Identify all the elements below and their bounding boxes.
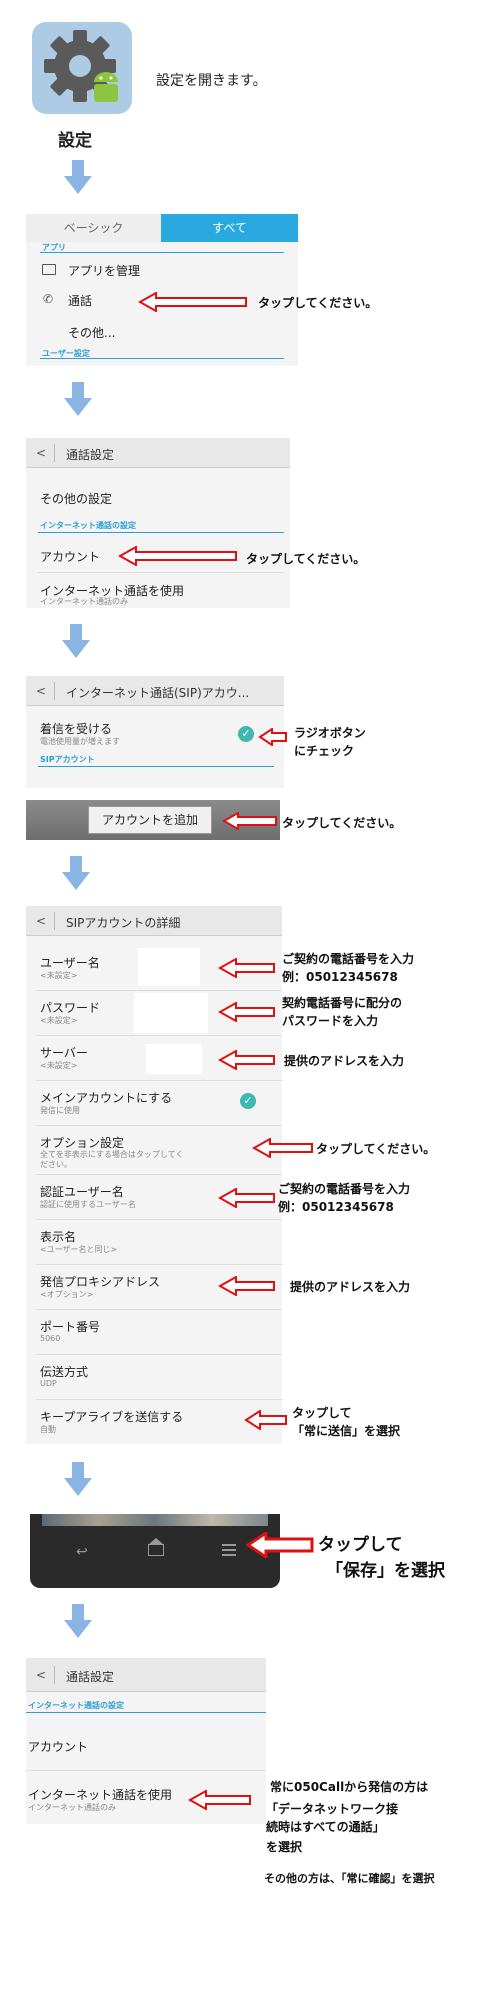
step3-instruction: タップしてください。 — [246, 552, 366, 566]
screen-title: SIPアカウントの詳細 — [66, 916, 181, 930]
action-bar: < 通話設定 — [26, 438, 290, 468]
instr-password-1: 契約電話番号に配分の — [282, 996, 403, 1010]
step6-instruction-1: タップして — [318, 1535, 403, 1555]
red-arrow-icon — [218, 1188, 275, 1208]
gear-icon — [44, 30, 118, 102]
down-arrow-icon — [62, 856, 90, 890]
receive-calls-title[interactable]: 着信を受ける — [40, 720, 112, 737]
step4-add-instruction: タップしてください。 — [282, 816, 402, 830]
step4-radio-instruction-1: ラジオボタン — [294, 726, 366, 740]
action-bar: < 通話設定 — [26, 1658, 266, 1692]
red-arrow-icon — [252, 1138, 313, 1158]
instr-server: 提供のアドレスを入力 — [284, 1054, 405, 1068]
instr-proxy: 提供のアドレスを入力 — [290, 1280, 411, 1294]
item-app-manage[interactable]: アプリを管理 — [68, 262, 140, 279]
step4-radio-instruction-2: にチェック — [294, 744, 355, 758]
red-arrow-icon — [188, 1790, 251, 1810]
red-arrow-icon — [218, 1002, 275, 1022]
settings-app-icon[interactable] — [32, 22, 132, 114]
settings-list-panel: ベーシック すべて アプリ アプリを管理 ✆ 通話 その他... ユーザー設定 — [26, 214, 298, 366]
row-transport[interactable]: 伝送方式 UDP — [26, 1355, 282, 1399]
row-option-settings[interactable]: オプション設定 全てを非表示にする場合はタップしてください。 — [26, 1126, 282, 1174]
back-icon[interactable]: < — [36, 446, 46, 460]
step6-instruction-2: 「保存」を選択 — [326, 1561, 445, 1581]
red-arrow-icon — [222, 812, 277, 830]
back-icon[interactable]: < — [36, 1668, 46, 1682]
section-internet-call: インターネット通話の設定 — [40, 521, 136, 530]
screen-title: 通話設定 — [66, 1670, 115, 1684]
action-bar: < インターネット通話(SIP)アカウ... — [26, 676, 284, 706]
add-account-button[interactable]: アカウントを追加 — [88, 806, 212, 834]
instr-keepalive-2: 「常に送信」を選択 — [292, 1424, 401, 1438]
item-call[interactable]: 通話 — [68, 292, 92, 309]
receive-calls-sub: 電池使用量が増えます — [40, 737, 120, 746]
down-arrow-icon — [64, 160, 92, 194]
down-arrow-icon — [64, 1462, 92, 1496]
sip-account-panel: < インターネット通話(SIP)アカウ... 着信を受ける 電池使用量が増えます… — [26, 676, 284, 788]
row-port-number[interactable]: ポート番号 5060 — [26, 1310, 282, 1354]
android-icon — [94, 72, 118, 102]
instr-username-2: 例：05012345678 — [282, 970, 398, 984]
item-use-internet-call[interactable]: インターネット通話を使用 — [28, 1786, 172, 1803]
step1-instruction: 設定を開きます。 — [156, 73, 267, 89]
step7-instruction-2: 「データネットワーク接 — [266, 1802, 399, 1816]
instr-username-1: ご契約の電話番号を入力 — [282, 952, 415, 966]
red-arrow-icon — [218, 1050, 275, 1070]
down-arrow-icon — [64, 382, 92, 416]
red-arrow-icon — [246, 1532, 314, 1558]
phone-icon: ✆ — [43, 292, 54, 306]
instr-option-settings: タップしてください。 — [316, 1142, 436, 1156]
item-other-settings[interactable]: その他の設定 — [40, 490, 112, 507]
nav-menu-icon[interactable] — [222, 1544, 236, 1556]
down-arrow-icon — [64, 1604, 92, 1638]
instr-password-2: パスワードを入力 — [282, 1014, 379, 1028]
step7-instruction-1: 常に050Callから発信の方は — [270, 1780, 429, 1794]
item-use-internet-call-sub: インターネット通話のみ — [40, 597, 128, 606]
tab-basic[interactable]: ベーシック — [26, 214, 161, 242]
row-display-name[interactable]: 表示名 <ユーザー名と同じ> — [26, 1220, 282, 1264]
instr-auth-1: ご契約の電話番号を入力 — [278, 1182, 411, 1196]
call-settings-panel: < 通話設定 その他の設定 インターネット通話の設定 アカウント インターネット… — [26, 438, 290, 608]
down-arrow-icon — [62, 624, 90, 658]
sip-details-panel: < SIPアカウントの詳細 ユーザー名 <未設定> パスワード <未設定> サー… — [26, 906, 282, 1444]
red-arrow-icon — [118, 546, 237, 566]
step7-instruction-5: その他の方は、「常に確認」を選択 — [264, 1872, 435, 1885]
phone-bottom: ↩ — [30, 1514, 280, 1588]
red-arrow-icon — [218, 958, 275, 978]
receive-calls-checkbox[interactable]: ✓ — [238, 726, 254, 742]
nav-back-icon[interactable]: ↩ — [76, 1544, 88, 1560]
back-icon[interactable]: < — [36, 684, 46, 698]
item-account[interactable]: アカウント — [40, 548, 100, 565]
item-use-internet-call-sub: インターネット通話のみ — [28, 1803, 116, 1812]
back-icon[interactable]: < — [36, 914, 46, 928]
red-arrow-icon — [218, 1276, 275, 1296]
red-arrow-icon — [258, 728, 287, 746]
item-other[interactable]: その他... — [68, 324, 115, 341]
row-main-account[interactable]: メインアカウントにする 発信に使用 ✓ — [26, 1081, 282, 1125]
app-manage-icon — [42, 264, 56, 275]
action-bar: < SIPアカウントの詳細 — [26, 906, 282, 936]
red-arrow-icon — [138, 292, 247, 312]
red-arrow-icon — [244, 1410, 287, 1430]
section-internet-call: インターネット通話の設定 — [28, 1701, 124, 1710]
step2-instruction: タップしてください。 — [258, 296, 378, 310]
tab-all[interactable]: すべて — [161, 214, 298, 242]
item-account[interactable]: アカウント — [28, 1738, 88, 1755]
step7-instruction-3: 続時はすべての通話」 — [266, 1820, 385, 1834]
instr-auth-2: 例：05012345678 — [278, 1200, 394, 1214]
step7-instruction-4: を選択 — [266, 1840, 303, 1854]
section-sip-account: SIPアカウント — [40, 755, 95, 764]
instr-keepalive-1: タップして — [292, 1406, 352, 1420]
screen-title: 通話設定 — [66, 448, 115, 462]
nav-home-icon[interactable] — [148, 1544, 164, 1556]
screen-title: インターネット通話(SIP)アカウ... — [66, 686, 250, 700]
main-account-checkbox[interactable]: ✓ — [240, 1093, 256, 1109]
settings-app-label: 設定 — [58, 131, 92, 151]
